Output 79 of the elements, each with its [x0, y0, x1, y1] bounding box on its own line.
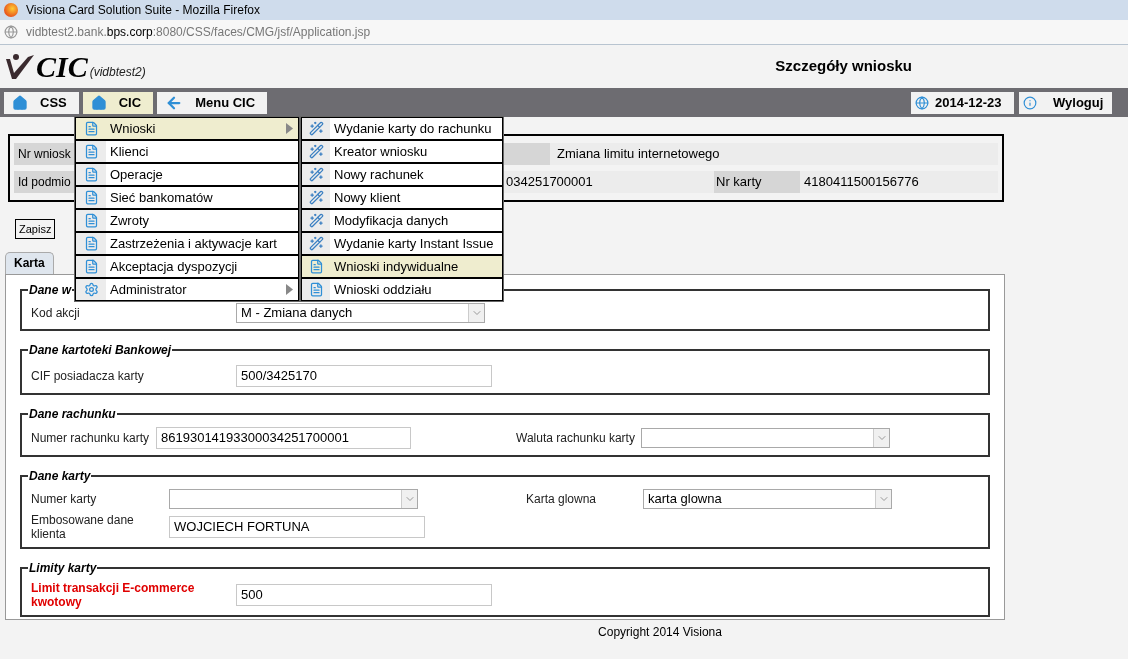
tab[interactable]: Karta: [5, 251, 54, 274]
menu-item[interactable]: Wnioski: [75, 117, 299, 140]
field-label: CIF posiadacza karty: [31, 368, 145, 383]
save-button[interactable]: Zapisz: [15, 219, 56, 239]
logo-text: CIC: [36, 51, 88, 82]
submenu-item[interactable]: Nowy rachunek: [301, 163, 503, 186]
nav-button[interactable]: CIC: [82, 91, 154, 114]
summary-value: 034251700001: [506, 173, 593, 192]
submenu-item[interactable]: Kreator wniosku: [301, 140, 503, 163]
menu-item[interactable]: Akceptacja dyspozycji: [75, 255, 299, 278]
environment-label: (vidbtest2): [89, 64, 146, 81]
wand-icon: [308, 121, 324, 136]
section-legend: Dane rachunku: [28, 404, 117, 423]
submenu-arrow-icon: [286, 284, 293, 295]
select-field[interactable]: [169, 488, 418, 509]
submenu-item[interactable]: Wnioski indywidualne: [301, 255, 503, 278]
menu-item[interactable]: Zastrzeżenia i aktywacje kart: [75, 232, 299, 255]
page-title: Szczegóły wniosku: [775, 56, 912, 77]
wand-icon: [308, 213, 324, 228]
document-icon: [308, 259, 324, 274]
submenu-item[interactable]: Modyfikacja danych: [301, 209, 503, 232]
submenu-item[interactable]: Wnioski oddziału: [301, 278, 503, 301]
document-icon: [83, 167, 99, 182]
summary-value: 4180411500156776: [800, 171, 998, 193]
globe-icon: [915, 95, 929, 110]
home-icon: [12, 94, 28, 111]
summary-label: Nr karty: [714, 171, 800, 193]
submenu-item[interactable]: Wydanie karty do rachunku: [301, 117, 503, 140]
submenu-item[interactable]: Wydanie karty Instant Issue: [301, 232, 503, 255]
window-title: Visiona Card Solution Suite - Mozilla Firefox: [26, 2, 260, 19]
submenu-item[interactable]: Nowy klient: [301, 186, 503, 209]
text-field[interactable]: 500/3425170: [236, 364, 492, 387]
document-icon: [308, 282, 324, 297]
nav-button[interactable]: CSS: [4, 91, 79, 114]
field-label: Karta glowna: [526, 491, 598, 506]
section-legend: Dane karty: [28, 466, 92, 485]
document-icon: [83, 190, 99, 205]
url-text: vidbtest2.bank.bps.corp:8080/CSS/faces/CMG/jsf/Application.jsp: [26, 24, 371, 41]
wand-icon: [308, 190, 324, 205]
field-label: Numer karty: [31, 491, 98, 506]
menu-item[interactable]: Operacje: [75, 163, 299, 186]
wand-icon: [308, 144, 324, 159]
section-legend: Dane kartoteki Bankowej: [28, 340, 173, 359]
field-label: Limit transakcji E-commerce kwotowy: [31, 580, 196, 609]
nav-button[interactable]: Menu CIC: [157, 91, 268, 114]
summary-value: Zmiana limitu internetowego: [550, 143, 998, 165]
menu-item[interactable]: Sieć bankomatów: [75, 186, 299, 209]
logout-button[interactable]: Wyloguj: [1019, 91, 1112, 114]
copyright-text: Copyright 2014 Visiona: [598, 623, 722, 641]
field-label: Waluta rachunku karty: [516, 430, 636, 445]
wand-icon: [308, 167, 324, 182]
section-legend: Limity karty: [28, 558, 98, 577]
section-legend: Dane w: [28, 280, 72, 299]
menu-item[interactable]: Administrator: [75, 278, 299, 301]
globe-icon: [4, 25, 18, 39]
menu-item[interactable]: Klienci: [75, 140, 299, 163]
wand-icon: [308, 236, 324, 251]
field-label: Numer rachunku karty: [31, 430, 151, 445]
document-icon: [83, 213, 99, 228]
document-icon: [83, 144, 99, 159]
document-icon: [83, 121, 99, 136]
submenu-arrow-icon: [286, 123, 293, 134]
info-icon: [1023, 95, 1037, 110]
field-label: Embosowane dane klienta: [31, 512, 135, 541]
text-field[interactable]: 86193014193300034251700001: [156, 426, 411, 449]
select-field[interactable]: [641, 427, 890, 448]
browser-logo-icon: [4, 3, 18, 17]
document-icon: [83, 259, 99, 274]
menu-item[interactable]: Zwroty: [75, 209, 299, 232]
text-field[interactable]: WOJCIECH FORTUNA: [169, 515, 425, 538]
date-button[interactable]: 2014-12-23: [911, 91, 1014, 114]
select-field[interactable]: karta glowna: [643, 488, 892, 509]
select-field[interactable]: M - Zmiana danych: [236, 302, 485, 323]
address-bar[interactable]: vidbtest2.bank.bps.corp:8080/CSS/faces/CMG/jsf/Application.jsp: [0, 20, 1128, 45]
text-field[interactable]: 500: [236, 583, 492, 606]
home-icon: [90, 94, 107, 111]
field-label: Kod akcji: [31, 305, 81, 320]
document-icon: [83, 236, 99, 251]
settings-icon: [83, 282, 99, 297]
